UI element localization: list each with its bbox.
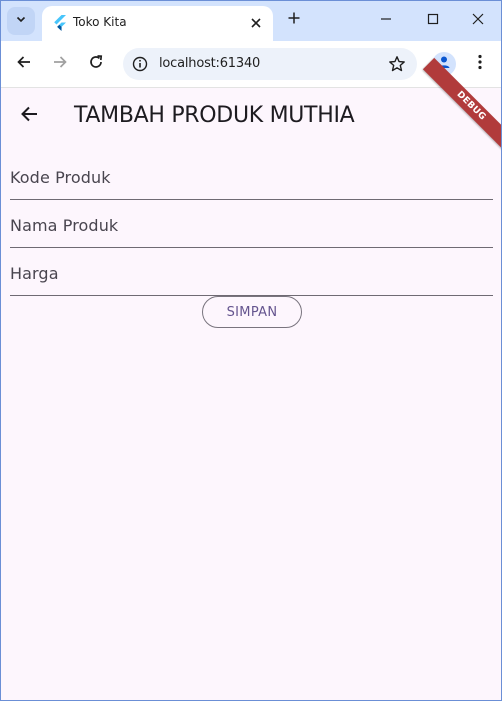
reload-icon bbox=[88, 54, 104, 75]
tab-search-button[interactable] bbox=[7, 7, 35, 35]
tab-strip: Toko Kita bbox=[1, 1, 501, 41]
close-icon bbox=[472, 12, 484, 30]
chevron-down-icon bbox=[15, 12, 27, 30]
reload-button[interactable] bbox=[83, 51, 109, 77]
browser-menu-button[interactable] bbox=[469, 52, 491, 76]
address-bar[interactable]: localhost:61340 bbox=[123, 48, 417, 80]
tab-title: Toko Kita bbox=[73, 15, 127, 29]
info-icon[interactable] bbox=[131, 55, 149, 73]
minimize-button[interactable] bbox=[363, 7, 409, 35]
nama-produk-field[interactable]: Nama Produk bbox=[10, 207, 493, 248]
arrow-left-icon bbox=[20, 105, 38, 128]
plus-icon bbox=[288, 11, 300, 29]
minimize-icon bbox=[380, 12, 392, 30]
back-button[interactable] bbox=[11, 51, 37, 77]
harga-field[interactable]: Harga bbox=[10, 255, 493, 296]
new-tab-button[interactable] bbox=[283, 9, 305, 31]
forward-button[interactable] bbox=[47, 51, 73, 77]
arrow-left-icon bbox=[16, 54, 32, 75]
kode-produk-field[interactable]: Kode Produk bbox=[10, 159, 493, 200]
close-icon[interactable] bbox=[247, 14, 265, 32]
flutter-icon bbox=[53, 15, 67, 31]
browser-tab[interactable]: Toko Kita bbox=[42, 6, 273, 41]
harga-label: Harga bbox=[10, 264, 59, 283]
kode-produk-label: Kode Produk bbox=[10, 168, 111, 187]
star-icon[interactable] bbox=[387, 54, 407, 74]
app-bar: TAMBAH PRODUK MUTHIA bbox=[1, 88, 501, 144]
maximize-button[interactable] bbox=[410, 7, 456, 35]
close-window-button[interactable] bbox=[455, 7, 501, 35]
maximize-icon bbox=[427, 12, 439, 30]
back-button[interactable] bbox=[15, 102, 43, 130]
more-vert-icon bbox=[478, 54, 482, 75]
url-text[interactable]: localhost:61340 bbox=[159, 56, 260, 71]
browser-window: Toko Kita localhost:61340 TAMBAH PRODUK … bbox=[0, 0, 502, 701]
arrow-right-icon bbox=[52, 54, 68, 75]
nama-produk-label: Nama Produk bbox=[10, 216, 119, 235]
page-title: TAMBAH PRODUK MUTHIA bbox=[74, 103, 355, 128]
app-page: TAMBAH PRODUK MUTHIA Kode Produk Nama Pr… bbox=[1, 57, 501, 700]
simpan-button[interactable]: SIMPAN bbox=[202, 296, 302, 328]
